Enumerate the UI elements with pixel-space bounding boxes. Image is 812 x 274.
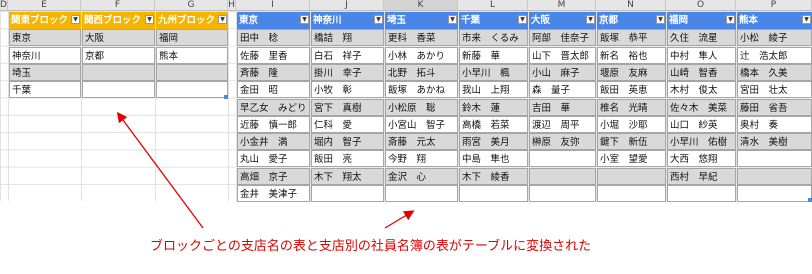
annotation-arrows	[116, 111, 415, 229]
arrow-to-branch-table	[384, 210, 415, 229]
arrow-to-block-table	[116, 111, 204, 229]
